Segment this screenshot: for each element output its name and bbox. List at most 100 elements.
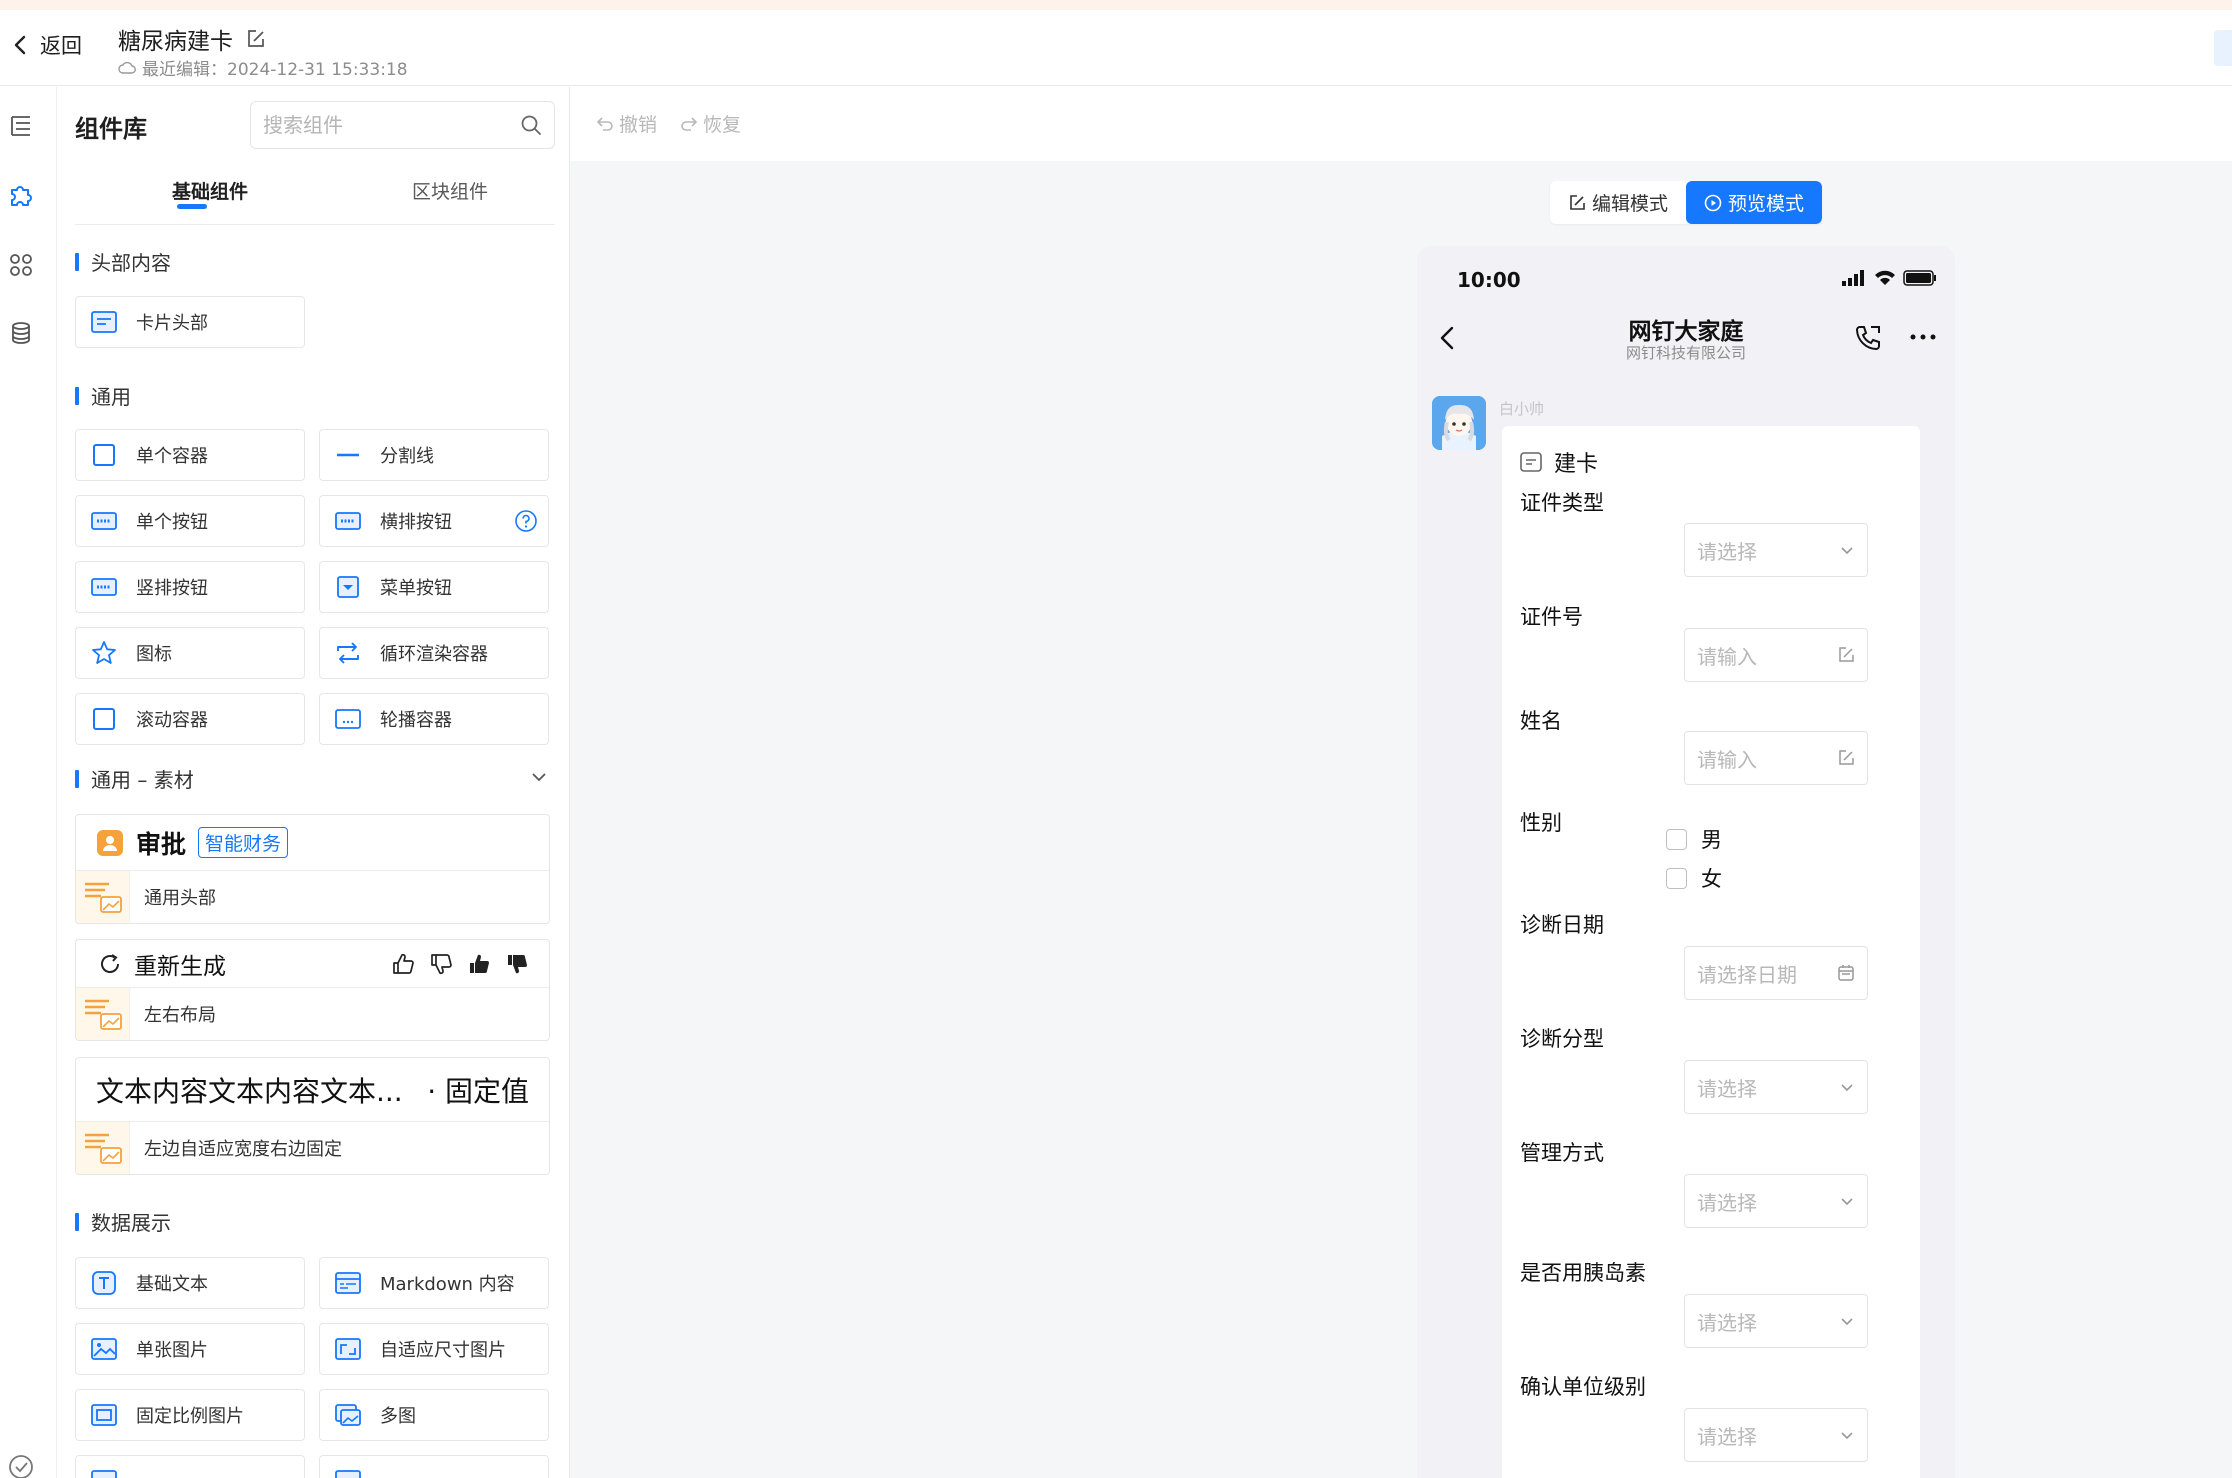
insulin-select[interactable]: 请选择 xyxy=(1684,1294,1868,1348)
component-partial-2[interactable] xyxy=(319,1455,549,1478)
component-label: 多图 xyxy=(380,1406,416,1427)
component-fixed-ratio-image[interactable]: 固定比例图片 xyxy=(75,1389,305,1441)
id-number-input[interactable]: 请输入 xyxy=(1684,628,1868,682)
tab-block-components[interactable]: 区块组件 xyxy=(360,177,540,225)
material-label: 通用头部 xyxy=(144,888,216,909)
top-right-action[interactable] xyxy=(2214,30,2232,66)
material-label-row: 左边自适应宽度右边固定 xyxy=(76,1122,549,1174)
material-card-general-header[interactable]: 审批 智能财务 通用头部 xyxy=(75,814,550,924)
redo-label: 恢复 xyxy=(703,114,742,136)
card-message-icon xyxy=(1520,452,1542,472)
component-search[interactable] xyxy=(250,101,555,149)
component-button-column[interactable]: 竖排按钮 xyxy=(75,561,305,613)
edit-icon xyxy=(1570,194,1585,210)
material-card-left-right[interactable]: 重新生成 左右布局 xyxy=(75,939,550,1041)
date-placeholder: 请选择日期 xyxy=(1697,962,1797,987)
component-card-header[interactable]: 卡片头部 xyxy=(75,296,305,348)
puzzle-component-icon[interactable] xyxy=(4,178,38,212)
undo-button[interactable]: 撤销 xyxy=(596,110,657,137)
component-single-button[interactable]: 单个按钮 xyxy=(75,495,305,547)
edit-mode-label: 编辑模式 xyxy=(1591,193,1668,215)
redo-button[interactable]: 恢复 xyxy=(680,110,741,137)
gender-option-female[interactable]: 女 xyxy=(1666,863,1722,893)
section-title-text: 通用 – 素材 xyxy=(91,768,194,792)
component-button-row[interactable]: 横排按钮 xyxy=(319,495,549,547)
diagnosis-date-picker[interactable]: 请选择日期 xyxy=(1684,946,1868,1000)
field-label-gender: 性别 xyxy=(1520,811,1562,835)
card-title: 建卡 xyxy=(1554,452,1599,477)
select-placeholder: 请选择 xyxy=(1697,1424,1757,1449)
input-placeholder: 请输入 xyxy=(1697,644,1757,669)
component-label: 菜单按钮 xyxy=(380,578,452,599)
container-icon xyxy=(90,441,118,469)
field-label-diagnosis-date: 诊断日期 xyxy=(1520,913,1604,937)
field-label-id-number: 证件号 xyxy=(1520,605,1583,629)
component-adaptive-image[interactable]: 自适应尺寸图片 xyxy=(319,1323,549,1375)
checkbox[interactable] xyxy=(1666,867,1687,889)
component-label: 自适应尺寸图片 xyxy=(380,1340,506,1361)
divider-icon xyxy=(334,441,362,469)
name-input[interactable]: 请输入 xyxy=(1684,731,1868,785)
help-circle-icon[interactable] xyxy=(514,509,538,533)
diagnosis-type-select[interactable]: 请选择 xyxy=(1684,1060,1868,1114)
id-type-select[interactable]: 请选择 xyxy=(1684,523,1868,577)
component-carousel[interactable]: 轮播容器 xyxy=(319,693,549,745)
section-materials: 通用 – 素材 xyxy=(75,764,194,793)
management-select[interactable]: 请选择 xyxy=(1684,1174,1868,1228)
component-single-container[interactable]: 单个容器 xyxy=(75,429,305,481)
component-partial-1[interactable] xyxy=(75,1455,305,1478)
preview-mode-label: 预览模式 xyxy=(1727,193,1804,215)
preview-mode-button[interactable]: 预览模式 xyxy=(1686,181,1822,224)
component-library-panel: 组件库 基础组件 区块组件 头部内容 卡片头部 通用 单个容器 分割线 单个按钮… xyxy=(57,87,570,1478)
field-label-management: 管理方式 xyxy=(1520,1141,1604,1165)
fixed-ratio-image-icon xyxy=(90,1401,118,1429)
mode-switch: 编辑模式 预览模式 xyxy=(1550,181,1822,224)
database-icon[interactable] xyxy=(4,316,38,350)
sender-name: 白小帅 xyxy=(1499,400,1545,418)
left-icon-rail xyxy=(0,87,57,1478)
section-header-content: 头部内容 xyxy=(75,247,171,276)
play-circle-icon xyxy=(1704,194,1722,211)
section-title-text: 通用 xyxy=(91,385,131,409)
apps-grid-icon[interactable] xyxy=(4,248,38,282)
calendar-icon xyxy=(1838,965,1854,981)
back-button[interactable]: 返回 xyxy=(10,30,82,60)
carousel-icon xyxy=(334,705,362,733)
chevron-down-icon xyxy=(1841,1198,1853,1206)
check-circle-icon[interactable] xyxy=(4,1450,38,1478)
tab-basic-components[interactable]: 基础组件 xyxy=(120,177,300,225)
component-icon[interactable]: 图标 xyxy=(75,627,305,679)
card-header-icon xyxy=(90,308,118,336)
wifi-icon xyxy=(1875,270,1895,285)
material-label-row: 通用头部 xyxy=(76,871,549,923)
edit-title-icon[interactable] xyxy=(245,28,267,50)
component-markdown[interactable]: Markdown 内容 xyxy=(319,1257,549,1309)
search-input[interactable] xyxy=(263,113,493,137)
component-loop-container[interactable]: 循环渲染容器 xyxy=(319,627,549,679)
component-divider[interactable]: 分割线 xyxy=(319,429,549,481)
edit-icon xyxy=(1839,647,1854,662)
phone-call-icon[interactable] xyxy=(1852,322,1884,354)
unit-level-select[interactable]: 请选择 xyxy=(1684,1408,1868,1462)
component-scroll-container[interactable]: 滚动容器 xyxy=(75,693,305,745)
thumbs-down-filled-icon xyxy=(508,955,527,974)
sender-avatar[interactable] xyxy=(1432,396,1486,450)
section-title-text: 头部内容 xyxy=(91,251,171,275)
component-menu-button[interactable]: 菜单按钮 xyxy=(319,561,549,613)
form-card: 建卡 证件类型 请选择 证件号 请输入 姓名 请输入 性别 男 女 诊断日期 请… xyxy=(1502,426,1920,1478)
component-single-image[interactable]: 单张图片 xyxy=(75,1323,305,1375)
gender-option-male[interactable]: 男 xyxy=(1666,824,1722,854)
component-basic-text[interactable]: 基础文本 xyxy=(75,1257,305,1309)
outline-tree-icon[interactable] xyxy=(4,108,38,142)
loop-icon xyxy=(334,639,362,667)
checkbox[interactable] xyxy=(1666,828,1687,850)
material-card-adaptive-fixed[interactable]: 文本内容文本内容文本... · 固定值 左边自适应宽度右边固定 xyxy=(75,1057,550,1175)
thumbs-up-filled-icon xyxy=(470,954,489,973)
chevron-down-icon[interactable] xyxy=(529,767,549,787)
component-multi-image[interactable]: 多图 xyxy=(319,1389,549,1441)
menu-button-icon xyxy=(334,573,362,601)
edit-mode-button[interactable]: 编辑模式 xyxy=(1550,181,1686,224)
more-dots-icon[interactable] xyxy=(1909,332,1937,342)
search-icon[interactable] xyxy=(520,114,542,136)
material-preview: 文本内容文本内容文本... · 固定值 xyxy=(76,1058,549,1122)
